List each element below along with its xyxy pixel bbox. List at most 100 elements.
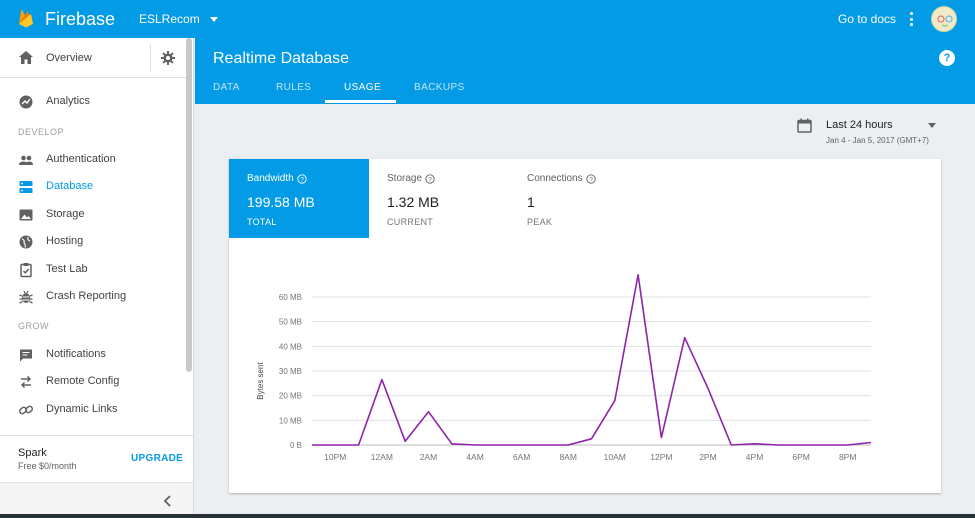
upgrade-button[interactable]: UPGRADE [131,453,183,464]
sidebar-item-notifications[interactable]: Notifications [0,342,184,368]
bandwidth-chart: 0 B 10 MB 20 MB 30 MB 40 MB 50 MB 60 MB 10PM 12A… [229,249,941,493]
sidebar-item-label: Database [46,180,94,192]
stat-bandwidth[interactable]: Bandwidth ? 199.58 MB TOTAL [229,159,369,238]
tab-data[interactable]: DATA [213,82,240,93]
stat-sub: PEAK [527,217,553,227]
y-tick-label: 10 MB [279,416,302,425]
sidebar: Overview Analytics DEVELOP Authenticatio… [0,38,194,518]
sidebar-item-storage[interactable]: Storage [0,202,184,228]
date-range-selector[interactable]: Last 24 hours Jan 4 - Jan 5, 2017 (GMT+7… [797,117,945,151]
help-outline-icon: ? [425,173,435,184]
x-tick-label: 2AM [420,452,437,462]
go-to-docs-link[interactable]: Go to docs [838,12,896,26]
settings-button[interactable] [150,44,184,72]
sidebar-item-authentication[interactable]: Authentication [0,147,184,173]
stat-sub: CURRENT [387,217,434,227]
sidebar-item-label: Remote Config [46,375,120,387]
bug-icon [19,290,33,304]
tab-backups[interactable]: BACKUPS [414,82,465,93]
y-tick-label: 20 MB [279,392,302,401]
message-icon [20,349,32,362]
image-icon [19,209,33,221]
sidebar-item-label: Test Lab [46,263,88,275]
database-icon [19,181,33,193]
stat-value: 1.32 MB [387,194,440,210]
x-tick-label: 8AM [559,452,576,462]
help-icon[interactable]: ? [939,50,955,66]
sidebar-item-database[interactable]: Database [0,174,184,200]
sidebar-item-analytics[interactable]: Analytics [0,89,184,115]
tab-usage[interactable]: USAGE [344,82,381,93]
section-header-grow: GROW [18,321,49,331]
sidebar-scrollbar[interactable] [186,38,192,372]
help-outline-icon: ? [585,173,596,184]
active-tab-indicator [325,100,396,103]
stat-value: 199.58 MB [247,194,315,210]
project-selector[interactable]: ESLRecom [139,12,218,26]
y-tick-label: 30 MB [279,367,302,376]
page-header: Realtime Database ? DATA RULES USAGE BAC… [195,38,975,104]
overview-row: Overview [0,38,194,78]
x-tick-label: 10PM [324,452,346,462]
link-icon [18,405,34,415]
swap-icon [20,375,32,389]
plan-price: Free $0/month [18,461,77,471]
sidebar-item-label: Authentication [46,153,116,165]
x-tick-label: 4PM [746,452,763,462]
y-axis-label: Bytes sent [256,362,265,400]
sidebar-item-label: Hosting [46,235,84,247]
tab-rules[interactable]: RULES [276,82,311,93]
sidebar-item-label: Crash Reporting [46,290,127,302]
sidebar-item-crash-reporting[interactable]: Crash Reporting [0,284,184,310]
chart-svg: 0 B 10 MB 20 MB 30 MB 40 MB 50 MB 60 MB 10PM 12A… [256,273,872,462]
y-tick-label: 60 MB [279,293,302,302]
analytics-icon [19,95,33,109]
sidebar-item-label: Analytics [46,95,91,107]
sidebar-item-overview[interactable]: Overview [0,38,148,78]
sidebar-item-remote-config[interactable]: Remote Config [0,369,184,395]
plan-panel: Spark Free $0/month UPGRADE [0,435,193,481]
brand-title: Firebase [45,9,116,29]
plan-name: Spark [18,447,47,459]
y-tick-label: 40 MB [279,342,302,351]
more-vert-icon[interactable] [906,10,916,28]
x-tick-label: 12PM [650,452,672,462]
stat-connections[interactable]: Connections ? 1 PEAK [509,159,649,238]
svg-text:?: ? [428,176,432,183]
x-tick-label: 4AM [466,452,483,462]
stat-label: Bandwidth [247,173,294,184]
people-icon [19,155,33,165]
avatar[interactable] [931,6,957,32]
top-bar: Firebase ESLRecom Go to docs [0,0,975,38]
bottom-edge [0,514,975,518]
sidebar-item-label: Overview [46,52,92,64]
sidebar-item-label: Storage [46,208,85,220]
home-icon [19,51,33,64]
stat-value: 1 [527,194,535,210]
chevron-down-icon [209,16,218,22]
stat-storage[interactable]: Storage ? 1.32 MB CURRENT [369,159,509,238]
sidebar-item-dynamic-links[interactable]: Dynamic Links [0,397,184,423]
svg-text:?: ? [589,176,593,183]
chevron-left-icon[interactable] [160,493,176,509]
x-tick-label: 12AM [371,452,393,462]
sidebar-item-hosting[interactable]: Hosting [0,229,184,255]
project-name: ESLRecom [139,12,200,26]
globe-icon [19,235,33,249]
sidebar-item-label: Notifications [46,348,106,360]
gear-icon [160,51,175,65]
x-tick-label: 6AM [513,452,530,462]
calendar-icon [797,118,812,133]
clipboard-check-icon [20,263,32,278]
x-tick-label: 8PM [839,452,856,462]
x-tick-label: 2PM [699,452,716,462]
sidebar-footer [0,482,193,518]
stat-label: Storage [387,173,423,184]
sidebar-item-test-lab[interactable]: Test Lab [0,257,184,283]
section-header-develop: DEVELOP [18,127,65,137]
x-tick-label: 10AM [604,452,626,462]
date-range-detail: Jan 4 - Jan 5, 2017 (GMT+7) [826,136,929,145]
page-title: Realtime Database [213,50,350,67]
sidebar-item-label: Dynamic Links [46,403,118,415]
stat-label: Connections [527,173,583,184]
